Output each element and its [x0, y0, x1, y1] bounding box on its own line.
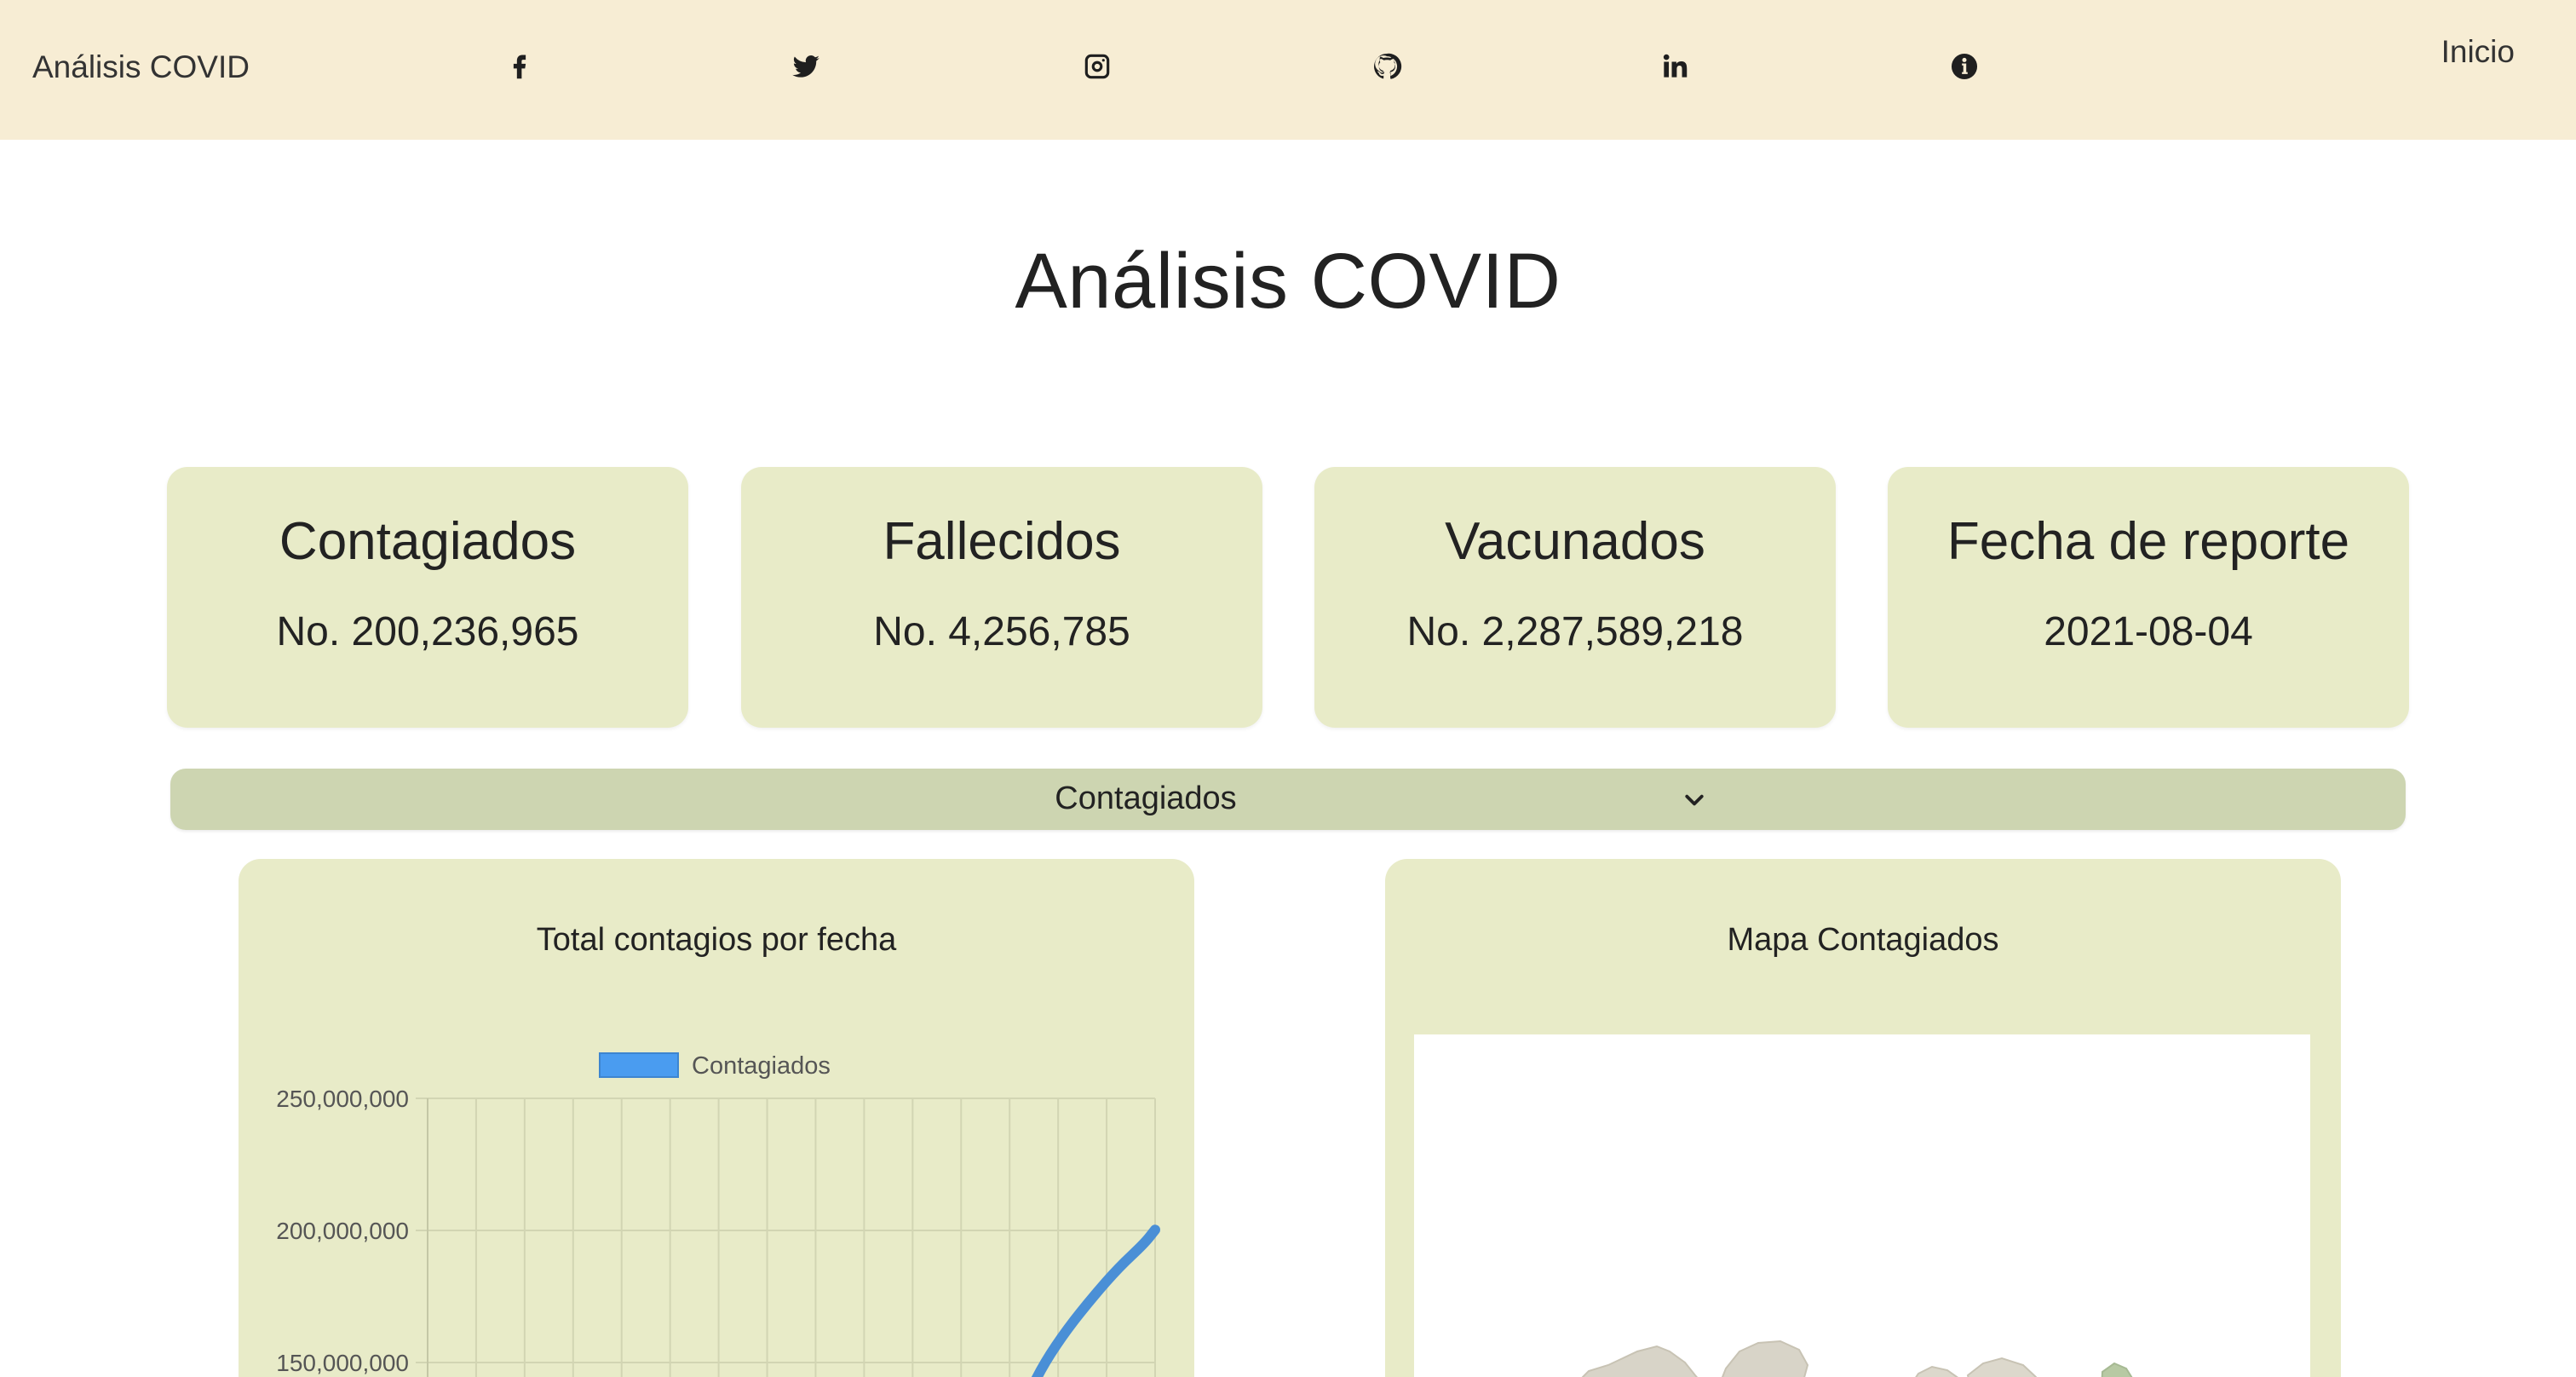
stat-card-fecha-reporte: Fecha de reporte 2021-08-04: [1888, 467, 2409, 728]
map-panel: Mapa Contagiados: [1385, 859, 2341, 1377]
chart-legend: Contagiados: [599, 1052, 831, 1080]
y-tick-label: 150,000,000: [276, 1350, 409, 1376]
legend-label: Contagiados: [692, 1052, 831, 1080]
card-value: No. 2,287,589,218: [1406, 609, 1744, 654]
chart-series: [1031, 1224, 1160, 1377]
metric-select[interactable]: Contagiados: [170, 769, 2406, 830]
map-landmass-asia: [2101, 1362, 2133, 1377]
world-map-graphic: [1581, 1340, 2133, 1377]
info-icon[interactable]: [1941, 44, 1988, 89]
world-map[interactable]: [1414, 1034, 2310, 1377]
chart-grid: [416, 1098, 1156, 1377]
card-title: Contagiados: [279, 512, 577, 571]
github-icon[interactable]: [1363, 44, 1411, 89]
y-tick-label: 200,000,000: [276, 1218, 409, 1244]
stat-card-contagiados: Contagiados No. 200,236,965: [167, 467, 688, 728]
card-title: Vacunados: [1445, 512, 1705, 571]
map-title: Mapa Contagiados: [1727, 922, 1999, 958]
card-value: No. 4,256,785: [873, 609, 1130, 654]
chart-panel: Total contagios por fecha 250,000,000 200…: [239, 859, 1194, 1377]
chevron-down-icon: [1682, 787, 1707, 813]
navbar-brand[interactable]: Análisis COVID: [32, 49, 250, 85]
instagram-icon[interactable]: [1073, 44, 1121, 89]
chart-axis: 250,000,000 200,000,000 150,000,000: [276, 1086, 428, 1377]
legend-swatch: [599, 1052, 679, 1078]
card-title: Fallecidos: [883, 512, 1121, 571]
y-tick-label: 250,000,000: [276, 1086, 409, 1112]
stat-card-fallecidos: Fallecidos No. 4,256,785: [741, 467, 1262, 728]
card-value: 2021-08-04: [2044, 609, 2253, 654]
map-landmass-greenland: [1721, 1340, 1809, 1377]
map-landmass-north-america: [1581, 1345, 1699, 1377]
map-landmass-europe: [1915, 1365, 1958, 1377]
page-title: Análisis COVID: [1015, 238, 1561, 325]
twitter-icon[interactable]: [782, 44, 830, 89]
card-value: No. 200,236,965: [276, 609, 579, 654]
nav-link-inicio[interactable]: Inicio: [2441, 34, 2515, 70]
line-chart: 250,000,000 200,000,000 150,000,000 Contag…: [276, 1052, 1160, 1377]
linkedin-icon[interactable]: [1651, 44, 1699, 89]
facebook-icon[interactable]: [496, 44, 543, 89]
select-value: Contagiados: [1055, 781, 1237, 816]
stat-card-vacunados: Vacunados No. 2,287,589,218: [1314, 467, 1836, 728]
card-title: Fecha de reporte: [1946, 512, 2350, 571]
map-landmass-russia: [1966, 1357, 2038, 1377]
series-line-contagiados: [1031, 1224, 1160, 1377]
navbar: Análisis COVID Inicio: [0, 0, 2576, 140]
